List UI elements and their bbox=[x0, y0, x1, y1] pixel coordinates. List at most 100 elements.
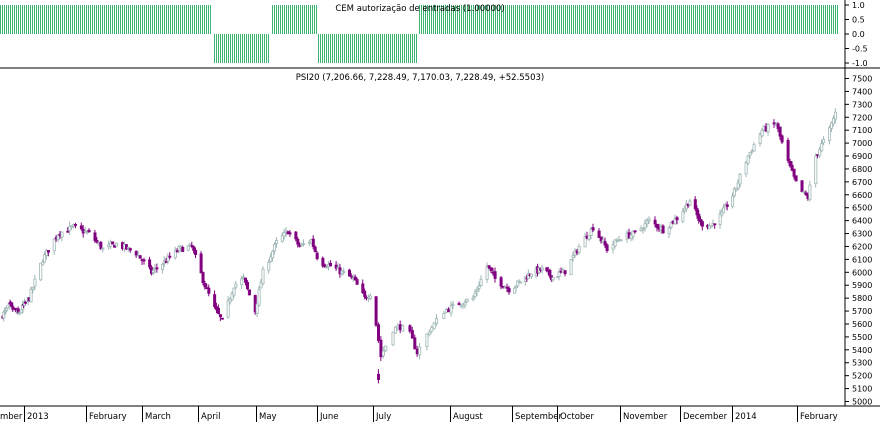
candle bbox=[410, 326, 414, 339]
candle bbox=[772, 119, 776, 128]
price-tick-label: 5800 bbox=[852, 294, 872, 303]
candle bbox=[155, 263, 159, 273]
candle bbox=[247, 289, 251, 296]
candle bbox=[569, 258, 573, 276]
price-y-ticks: 7500 7400 7300 7200 7100 7000 6900 6800 6700 6600… bbox=[845, 75, 872, 407]
candle bbox=[725, 201, 729, 211]
candle bbox=[766, 123, 770, 136]
price-tick-label: 6300 bbox=[852, 230, 872, 239]
month-tick-label: 2014 bbox=[735, 412, 757, 422]
month-tick-label: April bbox=[201, 412, 220, 422]
price-tick-label: 6800 bbox=[852, 165, 872, 174]
candle bbox=[688, 198, 692, 206]
candle bbox=[794, 175, 798, 182]
candle bbox=[60, 231, 64, 242]
candle bbox=[138, 255, 142, 259]
candle bbox=[101, 247, 105, 253]
month-tick-label: September bbox=[515, 412, 562, 422]
month-tick-label: October bbox=[560, 412, 595, 422]
chart-window: CEM autorização de entradas (1.00000) 1.… bbox=[0, 0, 880, 422]
month-tick-label: November bbox=[623, 412, 668, 422]
candle bbox=[551, 276, 555, 283]
candle bbox=[583, 232, 587, 248]
candle bbox=[391, 331, 395, 347]
price-tick-label: 5100 bbox=[852, 385, 872, 394]
candle bbox=[786, 137, 790, 164]
price-tick-label: 5700 bbox=[852, 307, 872, 316]
candle bbox=[68, 221, 72, 236]
candle bbox=[128, 247, 132, 253]
candle bbox=[115, 242, 119, 247]
price-tick-label: 5400 bbox=[852, 346, 872, 355]
candle bbox=[398, 320, 402, 334]
candle bbox=[479, 275, 483, 287]
candle bbox=[111, 241, 115, 245]
candle bbox=[199, 251, 203, 274]
signal-y-ticks: 1.0 0.5 0.0 -0.5 -1.0 bbox=[845, 1, 868, 68]
candle bbox=[530, 273, 534, 280]
candle bbox=[207, 284, 211, 297]
candle bbox=[74, 222, 78, 229]
candle bbox=[216, 304, 220, 315]
candle bbox=[261, 266, 265, 286]
candle bbox=[377, 369, 381, 384]
candle bbox=[87, 228, 91, 233]
candle bbox=[435, 314, 439, 326]
candle bbox=[347, 268, 351, 277]
chart-canvas: CEM autorização de entradas (1.00000) 1.… bbox=[0, 0, 880, 422]
candle bbox=[377, 322, 381, 344]
candle bbox=[457, 301, 461, 306]
candle bbox=[374, 296, 378, 327]
month-x-ticks: mber 2013 February March April May June July Aug… bbox=[0, 406, 838, 422]
candle bbox=[255, 303, 259, 318]
month-tick-label: July bbox=[375, 412, 391, 422]
candle bbox=[444, 307, 448, 314]
candle bbox=[173, 246, 177, 260]
month-tick-label: August bbox=[453, 412, 483, 422]
month-tick-label: December bbox=[683, 412, 728, 422]
candle bbox=[186, 245, 190, 252]
price-tick-label: 6200 bbox=[852, 242, 872, 251]
candle bbox=[519, 281, 523, 284]
candle bbox=[39, 262, 43, 281]
candle bbox=[713, 223, 717, 229]
price-tick-label: 6600 bbox=[852, 191, 872, 200]
candle bbox=[427, 329, 431, 337]
candle bbox=[597, 228, 601, 238]
candle bbox=[711, 219, 715, 227]
candle bbox=[800, 180, 804, 193]
price-tick-label: 6500 bbox=[852, 204, 872, 213]
candle bbox=[393, 325, 397, 334]
price-tick-label: 6400 bbox=[852, 217, 872, 226]
candle bbox=[465, 298, 469, 303]
candle bbox=[449, 301, 453, 317]
candle bbox=[415, 345, 419, 357]
signal-tick-label: 0.0 bbox=[852, 30, 865, 39]
signal-tick-label: -1.0 bbox=[852, 59, 868, 68]
candle bbox=[746, 155, 750, 166]
price-tick-label: 6700 bbox=[852, 178, 872, 187]
candle bbox=[379, 336, 383, 361]
candle bbox=[808, 180, 812, 202]
candle bbox=[396, 322, 400, 332]
price-tick-label: 6000 bbox=[852, 268, 872, 277]
candle bbox=[493, 267, 497, 283]
signal-tick-label: 0.5 bbox=[852, 16, 865, 25]
candle bbox=[334, 261, 338, 271]
candlesticks bbox=[1, 108, 837, 384]
price-tick-label: 5000 bbox=[852, 398, 872, 407]
month-tick-label: 2013 bbox=[27, 412, 49, 422]
candle bbox=[384, 345, 388, 352]
candle bbox=[780, 134, 784, 144]
candle bbox=[160, 262, 164, 274]
month-tick-label: February bbox=[89, 412, 127, 422]
candle bbox=[418, 342, 422, 360]
price-tick-label: 6100 bbox=[852, 255, 872, 264]
signal-panel-title: CEM autorização de entradas (1.00000) bbox=[335, 4, 504, 14]
candle bbox=[328, 260, 332, 267]
candle bbox=[447, 307, 451, 313]
candle bbox=[655, 223, 659, 232]
candle bbox=[430, 325, 434, 334]
price-tick-label: 5200 bbox=[852, 372, 872, 381]
candle bbox=[401, 324, 405, 332]
